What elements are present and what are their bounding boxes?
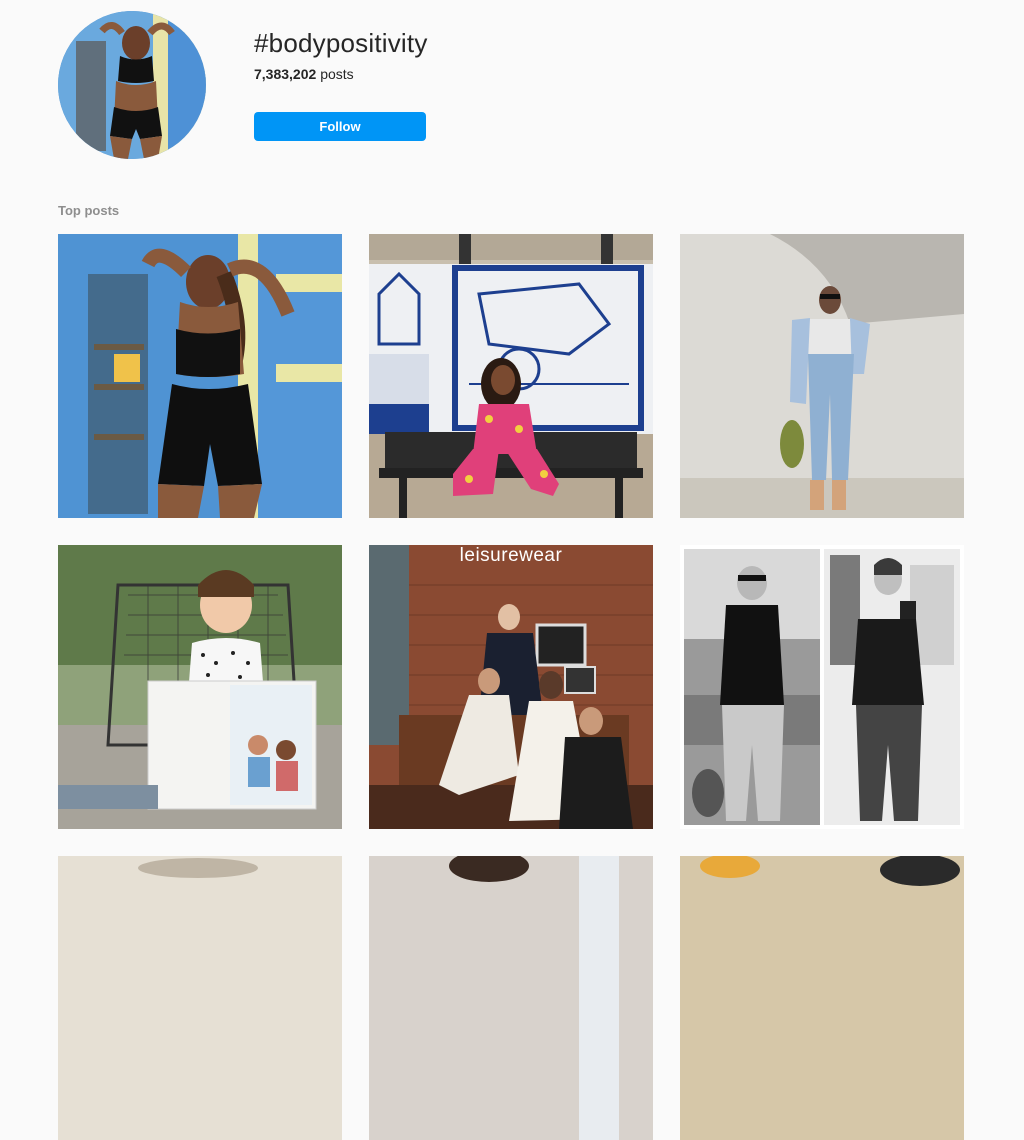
post-image xyxy=(680,856,964,1140)
post-tile[interactable] xyxy=(369,856,653,1140)
post-tile[interactable] xyxy=(680,234,964,518)
profile-avatar xyxy=(58,11,206,159)
hashtag-title: #bodypositivity xyxy=(254,28,428,58)
post-tile[interactable] xyxy=(58,856,342,1140)
follow-button[interactable]: Follow xyxy=(254,112,426,141)
post-image xyxy=(58,856,342,1140)
post-tile[interactable] xyxy=(680,545,964,829)
post-image xyxy=(369,856,653,1140)
top-posts-heading: Top posts xyxy=(58,203,120,218)
post-image xyxy=(369,545,653,829)
post-count-suffix: posts xyxy=(320,66,354,82)
post-image xyxy=(680,545,964,829)
post-tile[interactable] xyxy=(369,234,653,518)
post-count-value: 7,383,202 xyxy=(254,66,317,82)
post-tile[interactable] xyxy=(58,545,342,829)
post-count: 7,383,202 posts xyxy=(254,66,354,82)
post-image xyxy=(369,234,653,518)
post-image xyxy=(58,545,342,829)
posts-grid: leisurewear xyxy=(58,234,964,1140)
post-image xyxy=(680,234,964,518)
post-tile[interactable]: leisurewear xyxy=(369,545,653,829)
post-tile[interactable] xyxy=(680,856,964,1140)
post-tile[interactable] xyxy=(58,234,342,518)
post-overlay-text: leisurewear xyxy=(459,545,563,566)
post-image xyxy=(58,234,342,518)
